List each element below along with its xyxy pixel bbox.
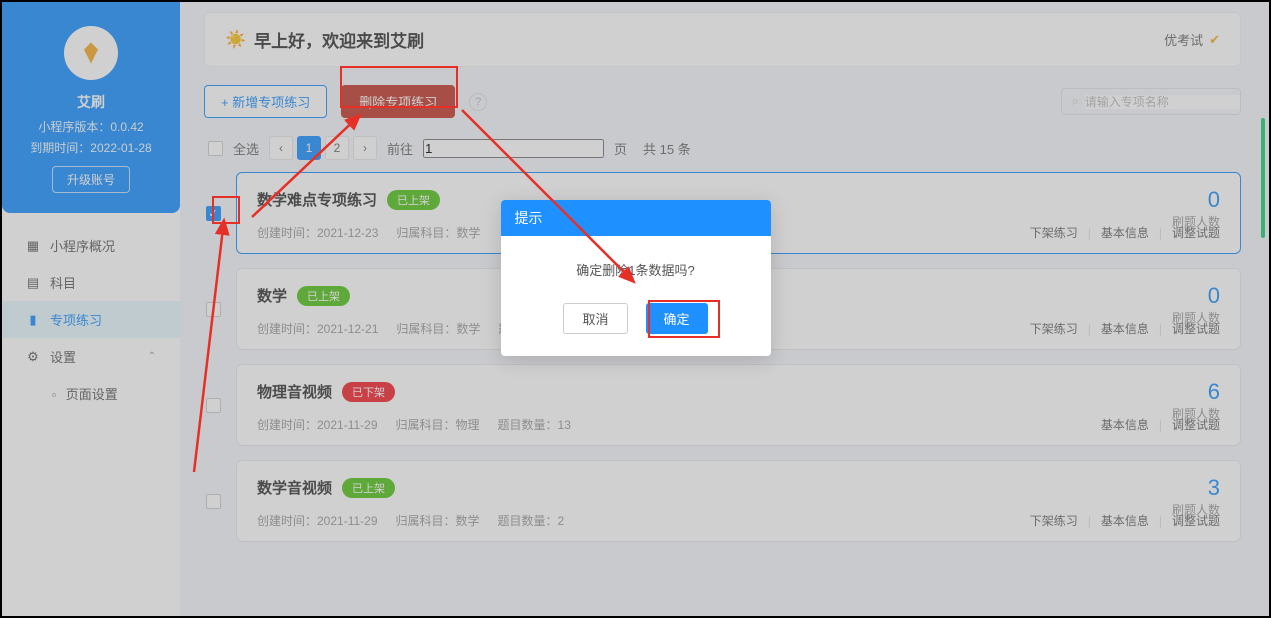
dialog-ok-button[interactable]: 确定 (646, 303, 708, 334)
dialog-message: 确定删除1条数据吗? (501, 236, 771, 295)
dialog-footer: 取消 确定 (501, 295, 771, 356)
confirm-dialog: 提示 确定删除1条数据吗? 取消 确定 (501, 200, 771, 356)
dialog-cancel-button[interactable]: 取消 (563, 303, 627, 334)
modal-overlay: 提示 确定删除1条数据吗? 取消 确定 (2, 2, 1269, 616)
dialog-title: 提示 (501, 200, 771, 236)
